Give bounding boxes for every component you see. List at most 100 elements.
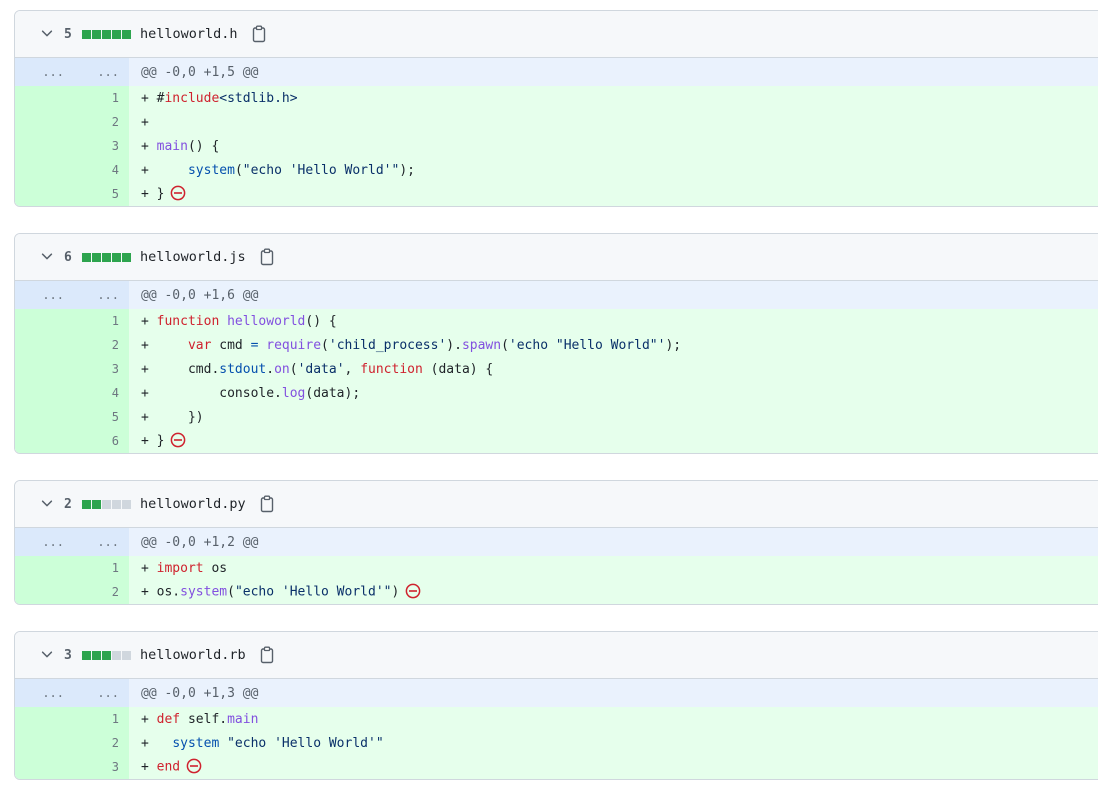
changed-lines-count: 2 xyxy=(64,496,72,512)
new-line-number[interactable]: 1 xyxy=(74,86,129,110)
old-line-gutter[interactable]: ... xyxy=(15,528,74,556)
no-entry-icon xyxy=(170,432,186,448)
diff-line: 1 + function helloworld() { xyxy=(15,309,1098,333)
code-token: on xyxy=(274,361,290,377)
old-line-gutter[interactable]: ... xyxy=(15,281,74,309)
new-line-number[interactable]: 3 xyxy=(74,357,129,381)
diff-file: 5 helloworld.h...... @@ -0,0 +1,5 @@ 1 + #in… xyxy=(14,10,1098,207)
new-line-number[interactable]: 3 xyxy=(74,134,129,158)
code-token: spawn xyxy=(461,337,502,353)
diffstat-block xyxy=(122,650,131,660)
clipboard-icon[interactable] xyxy=(259,646,275,664)
new-line-gutter[interactable]: ... xyxy=(74,679,129,707)
diffstat-block xyxy=(92,252,101,262)
old-line-number[interactable] xyxy=(15,381,74,405)
code-token: ( xyxy=(289,361,298,377)
new-line-number[interactable]: 3 xyxy=(74,755,129,779)
new-line-number[interactable]: 2 xyxy=(74,580,129,604)
old-line-number[interactable] xyxy=(15,556,74,580)
old-line-number[interactable] xyxy=(15,158,74,182)
new-line-gutter[interactable]: ... xyxy=(74,528,129,556)
chevron-down-icon[interactable] xyxy=(40,496,54,510)
clipboard-icon[interactable] xyxy=(259,495,275,513)
line-number: 3 xyxy=(111,139,119,153)
new-line-number[interactable]: 1 xyxy=(74,707,129,731)
file-name[interactable]: helloworld.js xyxy=(140,249,246,265)
chevron-down-icon[interactable] xyxy=(40,26,54,40)
no-entry-icon xyxy=(186,758,202,774)
code-token: ( xyxy=(321,337,329,353)
new-line-gutter[interactable]: ... xyxy=(74,58,129,86)
diff-file: 2 helloworld.py...... @@ -0,0 +1,2 @@ 1 + im… xyxy=(14,480,1098,605)
code-token: + # xyxy=(141,90,165,106)
code-line: + main() { xyxy=(129,139,219,154)
hunk-header-row: ...... @@ -0,0 +1,3 @@ xyxy=(15,679,1098,707)
old-line-number[interactable] xyxy=(15,580,74,604)
old-line-number[interactable] xyxy=(15,309,74,333)
diffstat-block xyxy=(82,499,91,509)
code-line: + system("echo 'Hello World'"); xyxy=(129,163,415,178)
file-name[interactable]: helloworld.rb xyxy=(140,647,246,663)
new-line-gutter[interactable]: ... xyxy=(74,281,129,309)
old-line-number[interactable] xyxy=(15,405,74,429)
new-line-number[interactable]: 5 xyxy=(74,182,129,206)
new-line-number[interactable]: 5 xyxy=(74,405,129,429)
code-token: (data) { xyxy=(422,361,494,377)
new-line-number[interactable]: 4 xyxy=(74,381,129,405)
code-token: main xyxy=(156,138,188,154)
old-line-number[interactable] xyxy=(15,429,74,453)
new-line-number[interactable]: 2 xyxy=(74,110,129,134)
old-line-number[interactable] xyxy=(15,134,74,158)
code-token: def xyxy=(156,711,181,727)
new-line-number[interactable]: 1 xyxy=(74,556,129,580)
expand-ellipsis: ... xyxy=(42,288,64,302)
hunk-header: @@ -0,0 +1,3 @@ xyxy=(141,685,259,701)
code-token: helloworld xyxy=(227,313,306,329)
diffstat-block xyxy=(122,252,131,262)
diff-line: 5 + }) xyxy=(15,405,1098,429)
old-line-number[interactable] xyxy=(15,86,74,110)
clipboard-icon[interactable] xyxy=(251,25,267,43)
diff-line: 4 + system("echo 'Hello World'"); xyxy=(15,158,1098,182)
new-line-number[interactable]: 2 xyxy=(74,731,129,755)
code-token: var xyxy=(187,337,212,353)
code-token: + xyxy=(141,759,157,775)
new-line-number[interactable]: 1 xyxy=(74,309,129,333)
old-line-number[interactable] xyxy=(15,182,74,206)
new-line-number[interactable]: 4 xyxy=(74,158,129,182)
old-line-gutter[interactable]: ... xyxy=(15,58,74,86)
diffstat-block xyxy=(92,650,101,660)
old-line-number[interactable] xyxy=(15,755,74,779)
line-number: 6 xyxy=(111,434,119,448)
old-line-number[interactable] xyxy=(15,357,74,381)
code-token: ) xyxy=(391,584,400,600)
old-line-number[interactable] xyxy=(15,731,74,755)
chevron-down-icon[interactable] xyxy=(40,249,54,263)
code-token: end xyxy=(156,759,181,775)
file-name[interactable]: helloworld.py xyxy=(140,496,246,512)
old-line-gutter[interactable]: ... xyxy=(15,679,74,707)
no-entry-icon xyxy=(170,185,186,201)
code-token: + cmd. xyxy=(141,361,220,377)
file-name[interactable]: helloworld.h xyxy=(140,26,238,42)
code-token: 'data' xyxy=(297,361,345,377)
old-line-number[interactable] xyxy=(15,110,74,134)
code-line: + system "echo 'Hello World'" xyxy=(129,736,384,751)
code-token: os xyxy=(203,560,228,576)
code-line: + import os xyxy=(129,561,227,576)
chevron-down-icon[interactable] xyxy=(40,647,54,661)
line-number: 1 xyxy=(111,91,119,105)
code-token: (data); xyxy=(305,385,361,401)
new-line-number[interactable]: 6 xyxy=(74,429,129,453)
old-line-number[interactable] xyxy=(15,333,74,357)
old-line-number[interactable] xyxy=(15,707,74,731)
changed-lines-count: 5 xyxy=(64,26,72,42)
clipboard-icon[interactable] xyxy=(259,248,275,266)
code-token: 'child_process' xyxy=(328,337,447,353)
file-header: 3 helloworld.rb xyxy=(15,632,1098,679)
code-token: + xyxy=(141,711,157,727)
new-line-number[interactable]: 2 xyxy=(74,333,129,357)
code-token: + } xyxy=(141,433,165,449)
